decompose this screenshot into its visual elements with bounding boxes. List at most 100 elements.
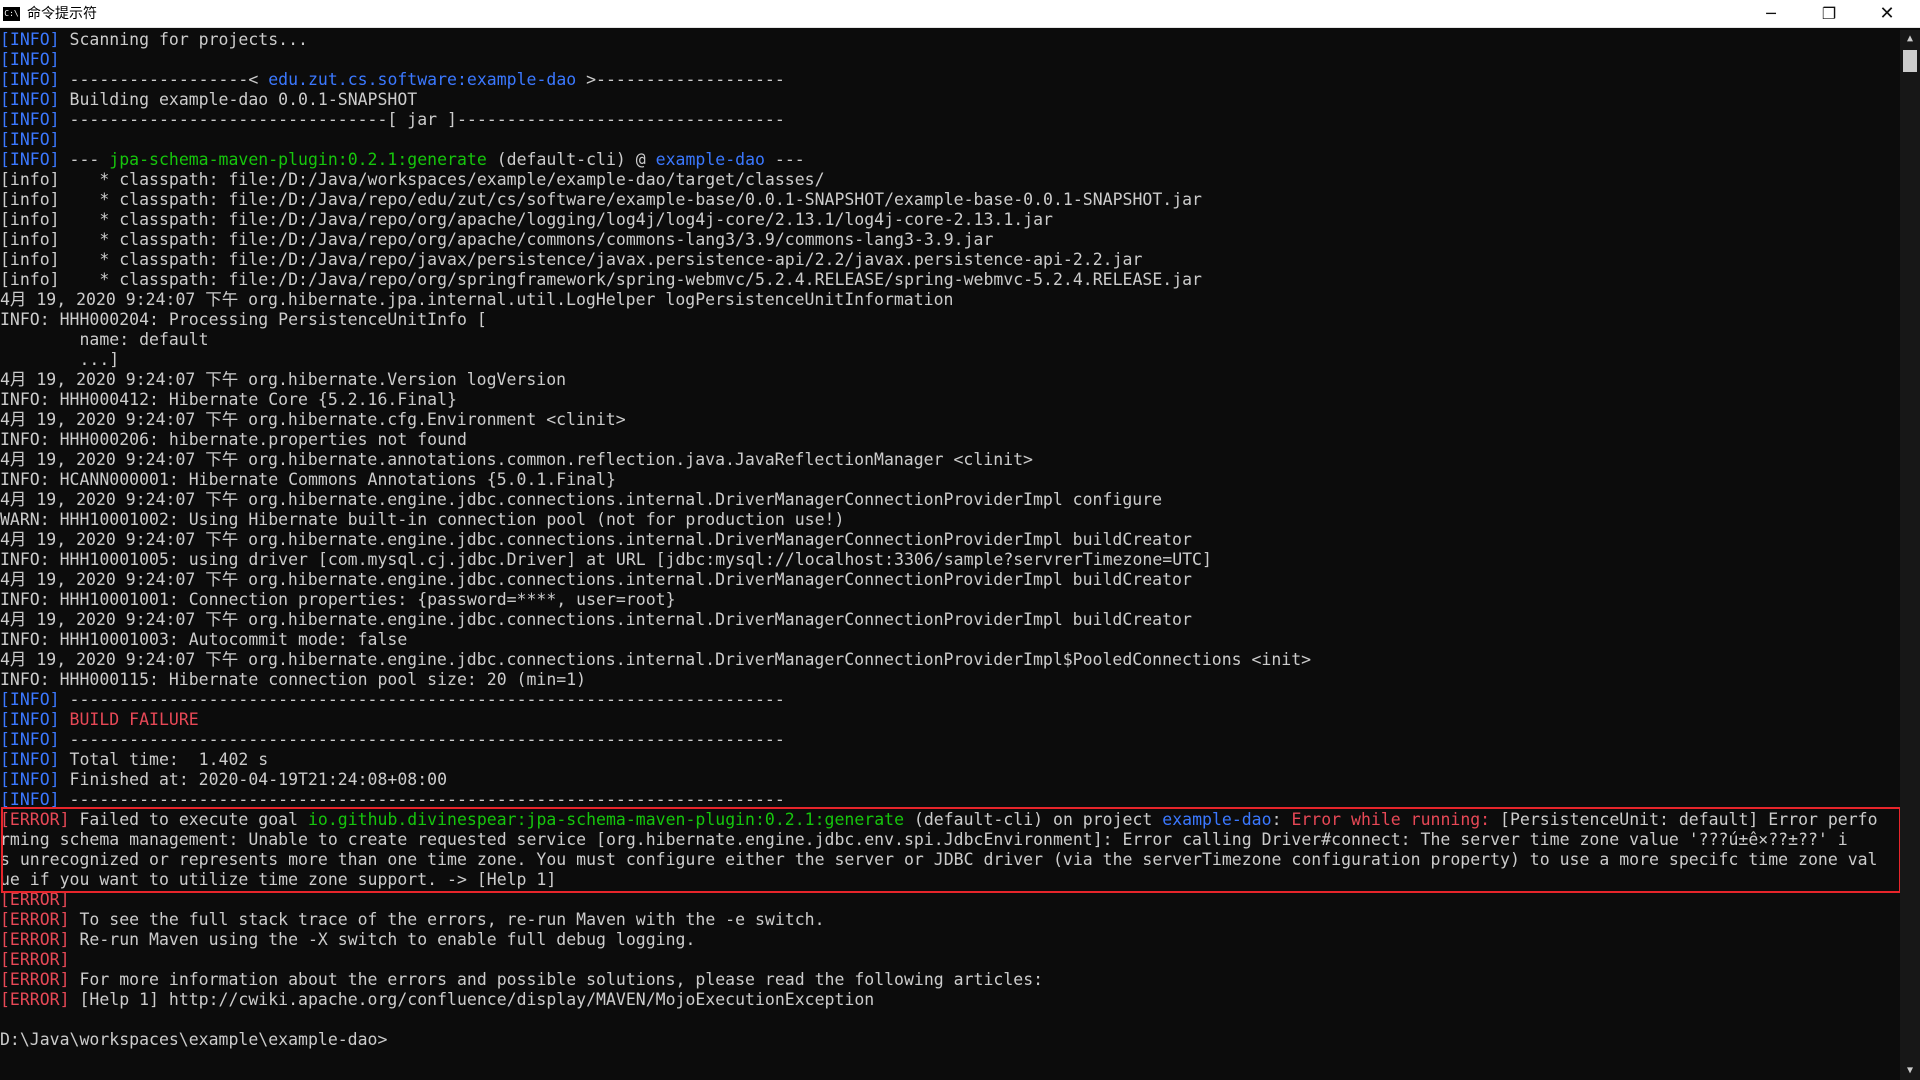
console-text: example-dao (655, 150, 765, 169)
console-text: ...] (0, 350, 120, 369)
console-text: [info] * classpath: file:/D:/Java/repo/e… (0, 190, 1202, 209)
cmd-icon: C:\ (3, 7, 20, 21)
console-text: ------------------< (59, 70, 269, 89)
console-text: --------------------------------[ jar ]-… (59, 110, 785, 129)
console-line: INFO: HHH000412: Hibernate Core {5.2.16.… (0, 390, 1898, 410)
console-line: [INFO] BUILD FAILURE (0, 710, 1898, 730)
console-text: --- (764, 150, 805, 169)
console-text: ----------------------------------------… (59, 690, 785, 709)
maximize-button[interactable]: ❐ (1800, 0, 1858, 28)
window-title: 命令提示符 (27, 6, 97, 22)
console-line: [ERROR] To see the full stack trace of t… (0, 910, 1898, 930)
console-text: [info] * classpath: file:/D:/Java/repo/o… (0, 230, 994, 249)
console-text: example-dao (1162, 810, 1272, 829)
console-text: 4月 19, 2020 9:24:07 下午 org.hibernate.eng… (0, 610, 1192, 629)
console-text: ue if you want to utilize time zone supp… (0, 870, 557, 889)
console-line: ...] (0, 350, 1898, 370)
console-text: Failed to execute goal (69, 810, 308, 829)
console-line: [ERROR] (0, 950, 1898, 970)
console-line: [INFO] ---------------------------------… (0, 730, 1898, 750)
console-text: Finished at: 2020-04-19T21:24:08+08:00 (59, 770, 448, 789)
console-line: [INFO] Scanning for projects... (0, 30, 1898, 50)
console-text: s unrecognized or represents more than o… (0, 850, 1878, 869)
console-text: [INFO] (0, 90, 60, 109)
console-text: [ERROR] (0, 990, 70, 1009)
console-text: [INFO] (0, 690, 60, 709)
console-line: 4月 19, 2020 9:24:07 下午 org.hibernate.eng… (0, 530, 1898, 550)
console-text: Building example-dao 0.0.1-SNAPSHOT (59, 90, 418, 109)
console-line: [info] * classpath: file:/D:/Java/repo/e… (0, 190, 1898, 210)
console-text: 4月 19, 2020 9:24:07 下午 org.hibernate.jpa… (0, 290, 954, 309)
console-line: INFO: HHH000115: Hibernate connection po… (0, 670, 1898, 690)
console-line: INFO: HHH000204: Processing PersistenceU… (0, 310, 1898, 330)
console-line: [ERROR] Failed to execute goal io.github… (0, 810, 1898, 830)
console-line: [info] * classpath: file:/D:/Java/repo/o… (0, 270, 1898, 290)
console-text: [ERROR] (0, 930, 70, 949)
console-text: edu.zut.cs.software:example-dao (268, 70, 577, 89)
minimize-icon: ─ (1766, 4, 1776, 23)
scroll-down-icon[interactable]: ▼ (1900, 1062, 1920, 1080)
close-icon: ✕ (1879, 3, 1895, 24)
console-text: [info] * classpath: file:/D:/Java/repo/o… (0, 210, 1053, 229)
console-line: D:\Java\workspaces\example\example-dao> (0, 1030, 1898, 1050)
console-line: INFO: HHH10001005: using driver [com.mys… (0, 550, 1898, 570)
console-text: [INFO] (0, 130, 60, 149)
console-text: [INFO] (0, 110, 60, 129)
console-line: 4月 19, 2020 9:24:07 下午 org.hibernate.Ver… (0, 370, 1898, 390)
console-text: [INFO] (0, 770, 60, 789)
console-line: [info] * classpath: file:/D:/Java/worksp… (0, 170, 1898, 190)
console-text: [INFO] (0, 710, 60, 729)
console-text: INFO: HHH10001001: Connection properties… (0, 590, 676, 609)
console-text: jpa-schema-maven-plugin:0.2.1:generate (109, 150, 487, 169)
console-text: BUILD FAILURE (69, 710, 199, 729)
console-text: [ERROR] (0, 970, 70, 989)
console-text: 4月 19, 2020 9:24:07 下午 org.hibernate.eng… (0, 650, 1312, 669)
console-line: 4月 19, 2020 9:24:07 下午 org.hibernate.eng… (0, 610, 1898, 630)
console-line: [INFO] ------------------< edu.zut.cs.so… (0, 70, 1898, 90)
console-line: [INFO] ---------------------------------… (0, 790, 1898, 810)
console-line: ue if you want to utilize time zone supp… (0, 870, 1898, 890)
console-line: 4月 19, 2020 9:24:07 下午 org.hibernate.jpa… (0, 290, 1898, 310)
console-line: WARN: HHH10001002: Using Hibernate built… (0, 510, 1898, 530)
console-line: 4月 19, 2020 9:24:07 下午 org.hibernate.cfg… (0, 410, 1898, 430)
console-line: [INFO] Finished at: 2020-04-19T21:24:08+… (0, 770, 1898, 790)
console-text: io.github.divinespear:jpa-schema-maven-p… (307, 810, 904, 829)
console-text: 4月 19, 2020 9:24:07 下午 org.hibernate.ann… (0, 450, 1033, 469)
close-button[interactable]: ✕ (1858, 0, 1916, 28)
console-text: [INFO] (0, 70, 60, 89)
scroll-up-icon[interactable]: ▲ (1900, 30, 1920, 48)
console-text: name: default (0, 330, 209, 349)
console-line: 4月 19, 2020 9:24:07 下午 org.hibernate.eng… (0, 570, 1898, 590)
console-line: INFO: HHH10001003: Autocommit mode: fals… (0, 630, 1898, 650)
console-line: name: default (0, 330, 1898, 350)
console-output[interactable]: [INFO] Scanning for projects... [INFO] [IN… (0, 30, 1898, 1080)
console-text: ----------------------------------------… (59, 730, 785, 749)
console-text: Scanning for projects... (59, 30, 308, 49)
console-text: To see the full stack trace of the error… (69, 910, 825, 929)
console-line: 4月 19, 2020 9:24:07 下午 org.hibernate.ann… (0, 450, 1898, 470)
console-line: [info] * classpath: file:/D:/Java/repo/j… (0, 250, 1898, 270)
vertical-scrollbar[interactable]: ▲ ▼ (1900, 30, 1920, 1080)
console-text: Re-run Maven using the -X switch to enab… (69, 930, 696, 949)
console-line: [ERROR] [Help 1] http://cwiki.apache.org… (0, 990, 1898, 1010)
console-text: [info] * classpath: file:/D:/Java/repo/j… (0, 250, 1143, 269)
console-line: [info] * classpath: file:/D:/Java/repo/o… (0, 230, 1898, 250)
console-line: rming schema management: Unable to creat… (0, 830, 1898, 850)
console-text: 4月 19, 2020 9:24:07 下午 org.hibernate.eng… (0, 530, 1192, 549)
console-text: 4月 19, 2020 9:24:07 下午 org.hibernate.cfg… (0, 410, 626, 429)
console-text: --- (59, 150, 110, 169)
console-text: Error while running: (1291, 810, 1491, 829)
console-text: 4月 19, 2020 9:24:07 下午 org.hibernate.Ver… (0, 370, 567, 389)
console-text: 4月 19, 2020 9:24:07 下午 org.hibernate.eng… (0, 570, 1192, 589)
console-line: [INFO] Total time: 1.402 s (0, 750, 1898, 770)
console-text: [INFO] (0, 730, 60, 749)
console-text: [info] * classpath: file:/D:/Java/worksp… (0, 170, 825, 189)
console-text: [ERROR] (0, 910, 70, 929)
console-text: Total time: 1.402 s (59, 750, 269, 769)
console-text: (default-cli) on project (904, 810, 1163, 829)
title-bar: C:\ 命令提示符 ─ ❐ ✕ (0, 0, 1920, 28)
scroll-thumb[interactable] (1903, 50, 1917, 72)
minimize-button[interactable]: ─ (1742, 0, 1800, 28)
